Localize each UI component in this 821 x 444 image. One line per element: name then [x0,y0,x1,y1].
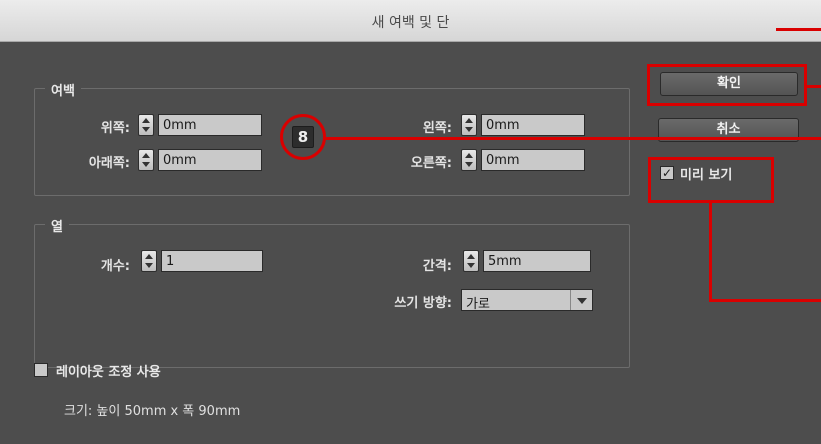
gutter-input[interactable]: 5mm [483,250,591,272]
bottom-margin-input[interactable]: 0mm [158,149,262,171]
right-margin-stepper[interactable] [461,149,477,171]
ok-button-highlight [647,64,807,106]
preview-highlight [648,157,774,203]
gutter-stepper[interactable] [463,250,479,272]
left-margin-label: 왼쪽: [422,121,452,136]
layout-adjust-label: 레이아웃 조정 사용 [56,365,161,380]
dialog-body: 여백 위쪽: 0mm 아래쪽: 0mm 8 왼쪽: 0mm 오른쪽: 0mm 열… [0,42,821,444]
preview-callout-horizontal [709,299,821,302]
writing-direction-label: 쓰기 방향: [394,296,452,311]
bottom-margin-label: 아래쪽: [88,156,130,171]
margins-group-label: 여백 [45,80,81,99]
link-callout-line [325,137,821,140]
title-bar: 새 여백 및 단 [0,0,821,42]
margins-group: 여백 [34,80,630,196]
window-title: 새 여백 및 단 [371,15,450,31]
writing-direction-value: 가로 [466,297,490,312]
title-callout-line [776,28,821,31]
top-margin-input[interactable]: 0mm [158,114,262,136]
top-margin-stepper[interactable] [138,114,154,136]
left-margin-stepper[interactable] [461,114,477,136]
writing-direction-select[interactable]: 가로 [461,289,593,312]
right-margin-label: 오른쪽: [410,156,452,171]
link-icon-highlight [280,114,326,160]
columns-group-label: 열 [45,216,69,235]
column-count-input[interactable]: 1 [161,250,263,272]
bottom-margin-stepper[interactable] [138,149,154,171]
size-info: 크기: 높이 50mm x 폭 90mm [64,404,241,419]
preview-callout-vertical [709,202,712,301]
top-margin-label: 위쪽: [100,121,130,136]
gutter-label: 간격: [422,259,452,274]
ok-callout-line [806,85,821,88]
right-margin-input[interactable]: 0mm [481,149,585,171]
column-count-stepper[interactable] [141,250,157,272]
chevron-down-icon [570,290,592,310]
column-count-label: 개수: [100,259,130,274]
left-margin-input[interactable]: 0mm [481,114,585,136]
layout-adjust-checkbox[interactable] [34,363,48,377]
